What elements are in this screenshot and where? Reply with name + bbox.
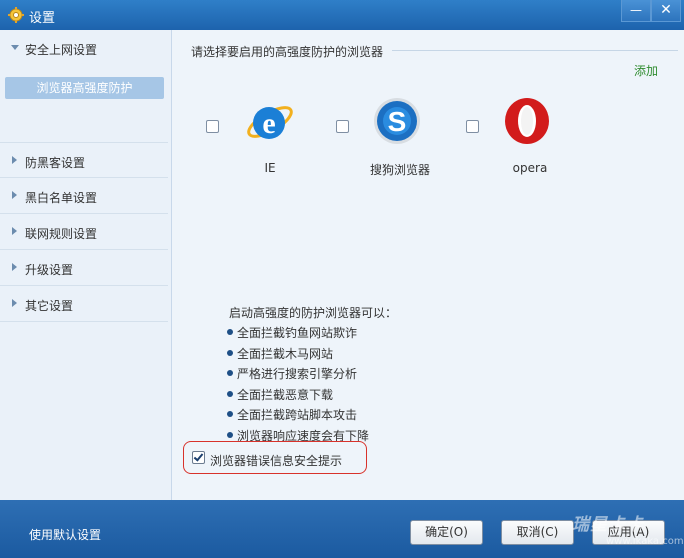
browser-option-opera: opera <box>466 96 616 186</box>
sidebar-item-label: 联网规则设置 <box>25 227 98 241</box>
list-item: 严格进行搜索引擎分析 <box>227 365 369 386</box>
error-info-notice-highlight: 浏览器错误信息安全提示 <box>183 441 367 474</box>
divider <box>392 50 678 51</box>
browser-name-sogou: 搜狗浏览器 <box>369 163 430 177</box>
footer-bar: 使用默认设置 确定(O) 取消(C) 应用(A) <box>0 500 684 558</box>
chevron-right-icon <box>12 299 17 307</box>
sidebar-item-network-rules[interactable]: 联网规则设置 <box>0 214 168 250</box>
bullet-icon <box>227 390 233 397</box>
svg-text:S: S <box>388 106 407 137</box>
sidebar-item-label: 安全上网设置 <box>25 43 98 57</box>
sidebar-item-safe-browsing[interactable]: 安全上网设置 <box>0 30 168 66</box>
chevron-right-icon <box>12 227 17 235</box>
window-title: 设置 <box>29 11 56 26</box>
sidebar-subitem-browser-protection[interactable]: 浏览器高强度防护 <box>5 77 164 99</box>
gear-icon <box>8 7 24 23</box>
browser-name-opera: opera <box>512 161 548 175</box>
benefits-title: 启动高强度的防护浏览器可以： <box>229 306 398 320</box>
close-button[interactable]: ✕ <box>651 0 681 22</box>
benefits-list: 全面拦截钓鱼网站欺诈 全面拦截木马网站 严格进行搜索引擎分析 全面拦截恶意下载 … <box>227 324 369 447</box>
sidebar-item-other[interactable]: 其它设置 <box>0 286 168 322</box>
list-item: 全面拦截恶意下载 <box>227 386 369 407</box>
sogou-browser-icon: S <box>374 98 420 144</box>
bullet-icon <box>227 411 233 417</box>
settings-window: 设置 — ✕ 安全上网设置 浏览器高强度防护 防黑客设置 黑白名单设置 联网规则… <box>0 0 684 558</box>
checkmark-icon <box>193 451 204 462</box>
chevron-right-icon <box>12 191 17 199</box>
cancel-button[interactable]: 取消(C) <box>501 520 574 545</box>
sidebar-item-label: 升级设置 <box>25 263 74 277</box>
bullet-icon <box>227 349 233 356</box>
sidebar-item-anti-hacker[interactable]: 防黑客设置 <box>0 142 168 178</box>
apply-button[interactable]: 应用(A) <box>592 520 665 545</box>
opera-checkbox[interactable] <box>466 120 479 133</box>
ie-checkbox[interactable] <box>206 120 219 133</box>
error-info-checkbox[interactable] <box>192 451 205 464</box>
sidebar: 安全上网设置 浏览器高强度防护 防黑客设置 黑白名单设置 联网规则设置 升级设置… <box>0 30 172 500</box>
bullet-icon <box>227 329 233 335</box>
sogou-checkbox[interactable] <box>336 120 349 133</box>
opera-icon <box>505 98 549 144</box>
title-bar: 设置 — ✕ <box>0 0 684 30</box>
bullet-icon <box>227 431 233 438</box>
chevron-down-icon <box>11 45 19 50</box>
ie-icon: e <box>247 106 293 140</box>
sidebar-item-label: 其它设置 <box>25 299 74 313</box>
sidebar-item-label: 黑白名单设置 <box>25 191 98 205</box>
bullet-icon <box>227 370 233 376</box>
add-browser-link[interactable]: 添加 <box>634 62 658 79</box>
close-icon: ✕ <box>660 2 672 18</box>
chevron-right-icon <box>12 263 17 271</box>
minimize-icon: — <box>630 3 642 17</box>
section-title: 请选择要启用的高强度防护的浏览器 <box>191 45 384 59</box>
browser-option-sogou: S 搜狗浏览器 <box>336 96 486 186</box>
error-info-label: 浏览器错误信息安全提示 <box>210 454 343 468</box>
chevron-right-icon <box>12 156 17 164</box>
browser-option-ie: e IE <box>206 96 356 186</box>
browser-name-ie: IE <box>264 161 276 175</box>
minimize-button[interactable]: — <box>621 0 651 22</box>
sidebar-item-upgrade[interactable]: 升级设置 <box>0 250 168 286</box>
list-item: 全面拦截钓鱼网站欺诈 <box>227 324 369 345</box>
ok-button[interactable]: 确定(O) <box>410 520 483 545</box>
sidebar-item-blackwhite-list[interactable]: 黑白名单设置 <box>0 178 168 214</box>
main-panel: 请选择要启用的高强度防护的浏览器 添加 e IE S 搜狗浏览器 opera 启… <box>173 30 684 500</box>
list-item: 全面拦截木马网站 <box>227 345 369 366</box>
restore-defaults-button[interactable]: 使用默认设置 <box>29 526 101 543</box>
list-item: 全面拦截跨站脚本攻击 <box>227 406 369 427</box>
sidebar-item-label: 防黑客设置 <box>25 156 86 170</box>
svg-text:e: e <box>262 107 275 140</box>
